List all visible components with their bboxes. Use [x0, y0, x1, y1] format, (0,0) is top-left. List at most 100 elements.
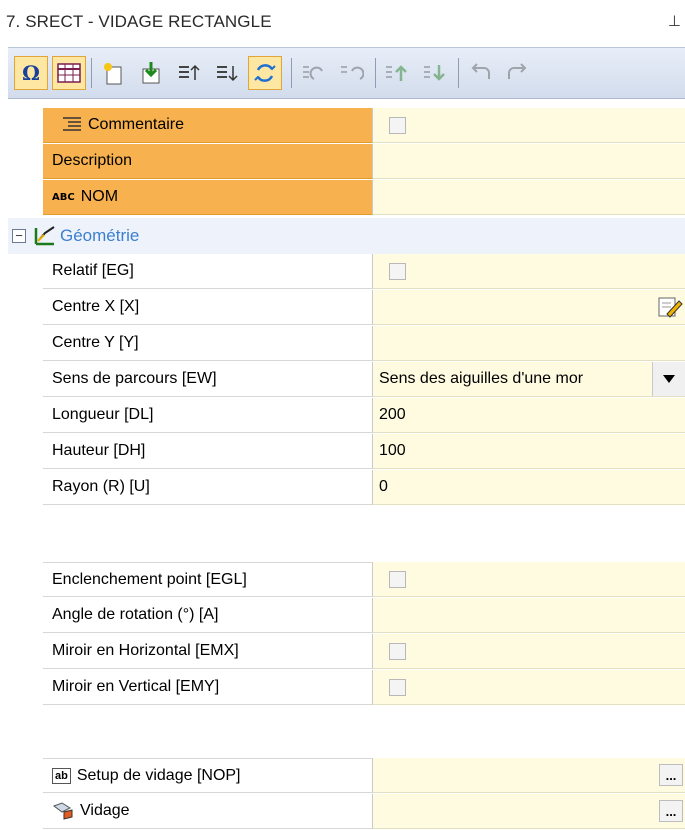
row-commentaire: Commentaire — [8, 108, 685, 144]
angle-label: Angle de rotation (°) [A] — [52, 606, 219, 623]
setup-value[interactable]: ... — [373, 758, 685, 793]
row-vidage: Vidage ... — [8, 794, 685, 830]
import-icon[interactable] — [134, 56, 168, 90]
rayon-label-cell[interactable]: Rayon (R) [U] — [43, 470, 373, 505]
enclenchement-label-cell[interactable]: Enclenchement point [EGL] — [43, 562, 373, 597]
edit-pencil-icon[interactable] — [657, 295, 683, 319]
panel-title: 7. SRECT - VIDAGE RECTANGLE — [6, 12, 272, 31]
miroir-h-value[interactable] — [373, 634, 685, 669]
blank-separator — [8, 506, 685, 542]
blank-separator — [8, 742, 685, 758]
nom-value[interactable] — [373, 180, 685, 215]
miroir-v-label-cell[interactable]: Miroir en Vertical [EMY] — [43, 670, 373, 705]
miroir-h-label-cell[interactable]: Miroir en Horizontal [EMX] — [43, 634, 373, 669]
dropdown-arrow-icon[interactable] — [652, 362, 685, 396]
miroir-v-checkbox[interactable] — [389, 678, 406, 696]
grid-icon[interactable] — [52, 56, 86, 90]
toolbar: Ω — [8, 47, 685, 99]
centre-y-label: Centre Y [Y] — [52, 334, 139, 351]
relatif-label-cell[interactable]: Relatif [EG] — [43, 254, 373, 289]
rayon-value[interactable]: 0 — [373, 470, 685, 505]
undo-icon[interactable] — [463, 56, 497, 90]
centre-y-value[interactable] — [373, 326, 685, 361]
row-miroir-v: Miroir en Vertical [EMY] — [8, 670, 685, 706]
centre-x-label-cell[interactable]: Centre X [X] — [43, 290, 373, 325]
description-label-cell[interactable]: Description — [43, 144, 373, 179]
move-up-icon[interactable] — [172, 56, 206, 90]
row-description: Description — [8, 144, 685, 180]
vidage-ellipsis-button[interactable]: ... — [659, 800, 683, 822]
relatif-label: Relatif [EG] — [52, 262, 134, 279]
row-miroir-h: Miroir en Horizontal [EMX] — [8, 634, 685, 670]
pin-icon[interactable]: ⊥ — [668, 12, 681, 30]
enclenchement-value[interactable] — [373, 562, 685, 597]
property-grid: Commentaire Description ABC NOM − Géomét… — [8, 99, 685, 830]
enclenchement-label: Enclenchement point [EGL] — [52, 570, 247, 588]
longueur-value[interactable]: 200 — [373, 398, 685, 433]
rayon-label: Rayon (R) [U] — [52, 478, 150, 495]
rotate-left-icon[interactable] — [296, 56, 330, 90]
row-enclenchement: Enclenchement point [EGL] — [8, 562, 685, 598]
redo-icon[interactable] — [501, 56, 535, 90]
panel-titlebar: 7. SRECT - VIDAGE RECTANGLE ⊥ — [0, 0, 685, 46]
enclenchement-checkbox[interactable] — [389, 570, 406, 588]
omega-icon[interactable]: Ω — [14, 56, 48, 90]
blank-separator — [8, 542, 685, 562]
miroir-h-checkbox[interactable] — [389, 642, 406, 660]
commentaire-value[interactable] — [373, 108, 685, 143]
row-longueur: Longueur [DL] 200 — [8, 398, 685, 434]
hauteur-value[interactable]: 100 — [373, 434, 685, 469]
centre-x-label: Centre X [X] — [52, 298, 140, 315]
setup-label-cell[interactable]: ab Setup de vidage [NOP] — [43, 758, 373, 793]
hauteur-label: Hauteur [DH] — [52, 442, 146, 459]
commentaire-label: Commentaire — [88, 116, 185, 133]
row-nom: ABC NOM — [8, 180, 685, 216]
row-angle: Angle de rotation (°) [A] — [8, 598, 685, 634]
miroir-v-label: Miroir en Vertical [EMY] — [52, 678, 220, 695]
text-field-icon: ab — [52, 767, 71, 784]
nom-label: NOM — [80, 188, 119, 205]
section-geometrie[interactable]: − Géométrie — [8, 218, 685, 255]
sort-up-icon[interactable] — [380, 56, 414, 90]
refresh-icon[interactable] — [248, 56, 282, 90]
commentaire-label-cell[interactable]: Commentaire — [43, 108, 373, 143]
setup-ellipsis-button[interactable]: ... — [659, 764, 683, 786]
sens-value: Sens des aiguilles d'une mor — [379, 370, 584, 387]
description-value[interactable] — [373, 144, 685, 179]
row-setup: ab Setup de vidage [NOP] ... — [8, 758, 685, 794]
rotate-right-icon[interactable] — [334, 56, 368, 90]
commentaire-checkbox[interactable] — [389, 116, 406, 134]
pocket-icon — [52, 802, 74, 820]
row-centre-y: Centre Y [Y] — [8, 326, 685, 362]
sens-dropdown[interactable]: Sens des aiguilles d'une mor — [373, 362, 685, 397]
sens-label-cell[interactable]: Sens de parcours [EW] — [43, 362, 373, 397]
relatif-value[interactable] — [373, 254, 685, 289]
blank-separator — [8, 706, 685, 742]
hauteur-label-cell[interactable]: Hauteur [DH] — [43, 434, 373, 469]
row-sens: Sens de parcours [EW] Sens des aiguilles… — [8, 362, 685, 398]
sens-label: Sens de parcours [EW] — [52, 370, 217, 387]
angle-value[interactable] — [373, 598, 685, 633]
move-down-icon[interactable] — [210, 56, 244, 90]
longueur-label-cell[interactable]: Longueur [DL] — [43, 398, 373, 433]
longueur-label: Longueur [DL] — [52, 406, 154, 423]
collapse-icon[interactable]: − — [12, 229, 26, 243]
centre-y-label-cell[interactable]: Centre Y [Y] — [43, 326, 373, 361]
sort-down-icon[interactable] — [418, 56, 452, 90]
centre-x-value[interactable] — [373, 290, 685, 325]
new-icon[interactable] — [96, 56, 130, 90]
setup-label: Setup de vidage [NOP] — [76, 766, 241, 784]
vidage-label-cell[interactable]: Vidage — [43, 794, 373, 829]
description-label: Description — [52, 152, 133, 169]
geometry-icon — [34, 224, 56, 251]
vidage-label: Vidage — [80, 802, 130, 819]
relatif-checkbox[interactable] — [389, 262, 406, 280]
row-hauteur: Hauteur [DH] 100 — [8, 434, 685, 470]
miroir-v-value[interactable] — [373, 670, 685, 705]
nom-label-cell[interactable]: ABC NOM — [43, 180, 373, 215]
geometrie-label: Géométrie — [60, 226, 140, 245]
comment-lines-icon — [62, 116, 82, 134]
vidage-value[interactable]: ... — [373, 794, 685, 829]
angle-label-cell[interactable]: Angle de rotation (°) [A] — [43, 598, 373, 633]
row-centre-x: Centre X [X] — [8, 290, 685, 326]
